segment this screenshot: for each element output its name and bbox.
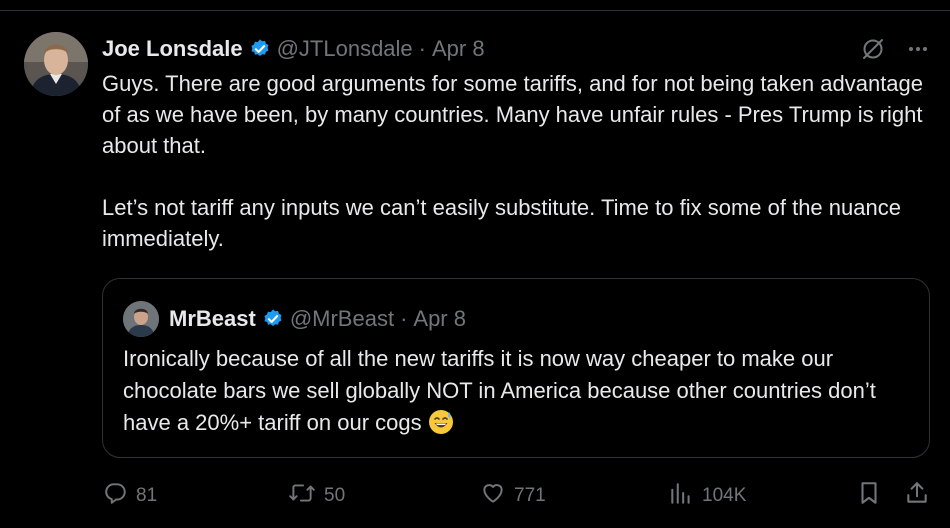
tweet-header: Joe Lonsdale @JTLonsdale · Apr 8: [102, 34, 485, 64]
bookmark-button[interactable]: [856, 480, 882, 512]
action-bar: 81 50 771 104K: [102, 480, 932, 510]
grok-icon[interactable]: [860, 36, 886, 62]
share-button[interactable]: [904, 480, 930, 512]
repost-icon: [288, 480, 316, 512]
like-icon: [480, 480, 506, 512]
share-icon: [904, 480, 930, 512]
quoted-date[interactable]: Apr 8: [413, 306, 466, 332]
quoted-text: Ironically because of all the new tariff…: [123, 346, 883, 435]
repost-count: 50: [324, 485, 346, 506]
quoted-avatar: [123, 301, 159, 337]
quoted-text-block: Ironically because of all the new tariff…: [123, 343, 913, 444]
top-actions: [860, 36, 930, 62]
verified-badge-icon: [262, 308, 284, 330]
quoted-tweet[interactable]: MrBeast @MrBeast · Apr 8 Ironically beca…: [102, 278, 930, 458]
author-avatar[interactable]: [24, 32, 88, 96]
top-divider: [0, 10, 950, 11]
sweat-smile-emoji: [428, 409, 454, 444]
reply-icon: [102, 480, 128, 512]
views-icon: [668, 480, 694, 512]
more-icon[interactable]: [906, 37, 930, 61]
verified-badge-icon: [249, 38, 271, 60]
quoted-handle[interactable]: @MrBeast: [290, 306, 394, 332]
quoted-header: MrBeast @MrBeast · Apr 8: [123, 301, 466, 337]
bookmark-icon: [856, 480, 882, 512]
tweet-date[interactable]: Apr 8: [432, 36, 485, 62]
quoted-name[interactable]: MrBeast: [169, 306, 256, 332]
reply-count: 81: [136, 485, 158, 506]
author-handle[interactable]: @JTLonsdale: [277, 36, 413, 62]
views-count: 104K: [702, 485, 747, 506]
reply-button[interactable]: 81: [102, 480, 157, 512]
separator-dot: ·: [418, 36, 426, 61]
repost-button[interactable]: 50: [288, 480, 345, 512]
separator-dot: ·: [400, 306, 408, 331]
tweet-text: Guys. There are good arguments for some …: [102, 71, 924, 251]
author-name[interactable]: Joe Lonsdale: [102, 36, 243, 62]
views-button[interactable]: 104K: [668, 480, 746, 512]
like-button[interactable]: 771: [480, 480, 546, 512]
like-count: 771: [514, 485, 546, 506]
